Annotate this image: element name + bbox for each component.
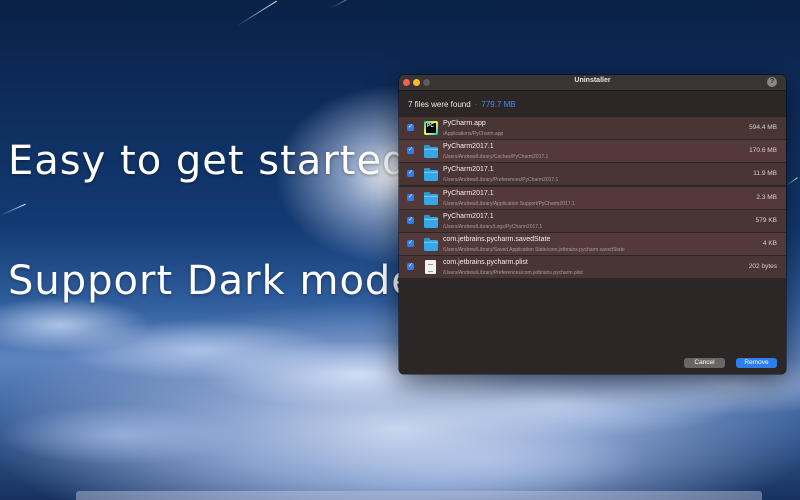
plist-file-icon: [424, 260, 438, 275]
file-path: /Users/Andrew/Library/Saved Application …: [443, 246, 625, 253]
file-path: /Applications/PyCharm.app: [443, 131, 504, 137]
file-size: 4 KB: [762, 239, 777, 247]
file-row[interactable]: ✓ PC PyCharm.app /Applications/PyCharm.a…: [399, 117, 786, 139]
file-row[interactable]: ✓ PyCharm2017.1 /Users/Andrew/Library/Lo…: [399, 209, 786, 232]
file-path: /Users/Andrew/Library/Preferences/PyChar…: [443, 177, 559, 184]
file-checkbox[interactable]: ✓: [407, 216, 414, 224]
folder-icon: [424, 237, 438, 251]
file-row[interactable]: ✓ com.jetbrains.pycharm.plist /Users/And…: [399, 256, 786, 279]
promo-headline-easy: Easy to get started: [8, 138, 409, 184]
file-checkbox[interactable]: ✓: [407, 263, 414, 271]
file-size: 170.6 MB: [749, 147, 777, 155]
file-checkbox[interactable]: ✓: [407, 170, 414, 178]
files-count-text: 7 files were found: [408, 100, 471, 109]
promo-headline-dark-mode: Support Dark mode: [8, 258, 417, 304]
file-checkbox[interactable]: ✓: [407, 239, 414, 247]
file-size: 202 bytes: [748, 263, 777, 271]
file-path: /Users/Andrew/Library/Logs/PyCharm2017.1: [443, 223, 543, 230]
file-size: 2.3 MB: [756, 193, 777, 201]
pycharm-app-icon: PC: [424, 121, 438, 135]
file-name: com.jetbrains.pycharm.plist: [443, 259, 528, 267]
total-size-text: 779.7 MB: [481, 100, 516, 109]
file-name: PyCharm2017.1: [443, 166, 494, 174]
file-path: /Users/Andrew/Library/Application Suppor…: [443, 200, 575, 207]
help-button[interactable]: ?: [767, 77, 777, 87]
file-checkbox[interactable]: ✓: [407, 193, 414, 201]
summary-separator: ·: [474, 100, 478, 109]
file-name: PyCharm2017.1: [443, 189, 494, 197]
file-list: ✓ PC PyCharm.app /Applications/PyCharm.a…: [399, 117, 786, 279]
window-footer: Cancel Remove: [399, 352, 786, 374]
file-checkbox[interactable]: ✓: [407, 124, 414, 131]
uninstaller-window: Uninstaller ? 7 files were found · 779.7 M…: [399, 75, 786, 374]
file-row[interactable]: ✓ com.jetbrains.pycharm.savedState /User…: [399, 232, 786, 255]
file-path: /Users/Andrew/Library/Caches/PyCharm2017…: [443, 154, 549, 161]
folder-icon: [424, 144, 438, 159]
window-title: Uninstaller: [574, 77, 611, 84]
file-row[interactable]: ✓ PyCharm2017.1 /Users/Andrew/Library/Ca…: [399, 140, 786, 163]
file-size: 579 KB: [755, 216, 777, 224]
file-size: 594.4 MB: [749, 124, 777, 131]
file-row[interactable]: ✓ PyCharm2017.1 /Users/Andrew/Library/Pr…: [399, 163, 786, 186]
file-path: /Users/Andrew/Library/Preferences/com.je…: [443, 270, 583, 277]
dock[interactable]: [76, 491, 762, 500]
file-name: com.jetbrains.pycharm.savedState: [443, 235, 551, 243]
file-row[interactable]: ✓ PyCharm2017.1 /Users/Andrew/Library/Ap…: [399, 186, 786, 209]
file-name: PyCharm.app: [443, 120, 486, 127]
file-name: PyCharm2017.1: [443, 143, 494, 151]
cancel-button[interactable]: Cancel: [684, 358, 725, 368]
files-summary: 7 files were found · 779.7 MB: [408, 100, 516, 109]
file-name: PyCharm2017.1: [443, 212, 494, 220]
folder-icon: [424, 191, 438, 205]
title-bar[interactable]: Uninstaller ?: [399, 75, 786, 91]
file-size: 11.9 MB: [753, 170, 777, 178]
folder-icon: [424, 167, 438, 182]
file-checkbox[interactable]: ✓: [407, 147, 414, 155]
folder-icon: [424, 214, 438, 228]
remove-button[interactable]: Remove: [736, 358, 777, 368]
